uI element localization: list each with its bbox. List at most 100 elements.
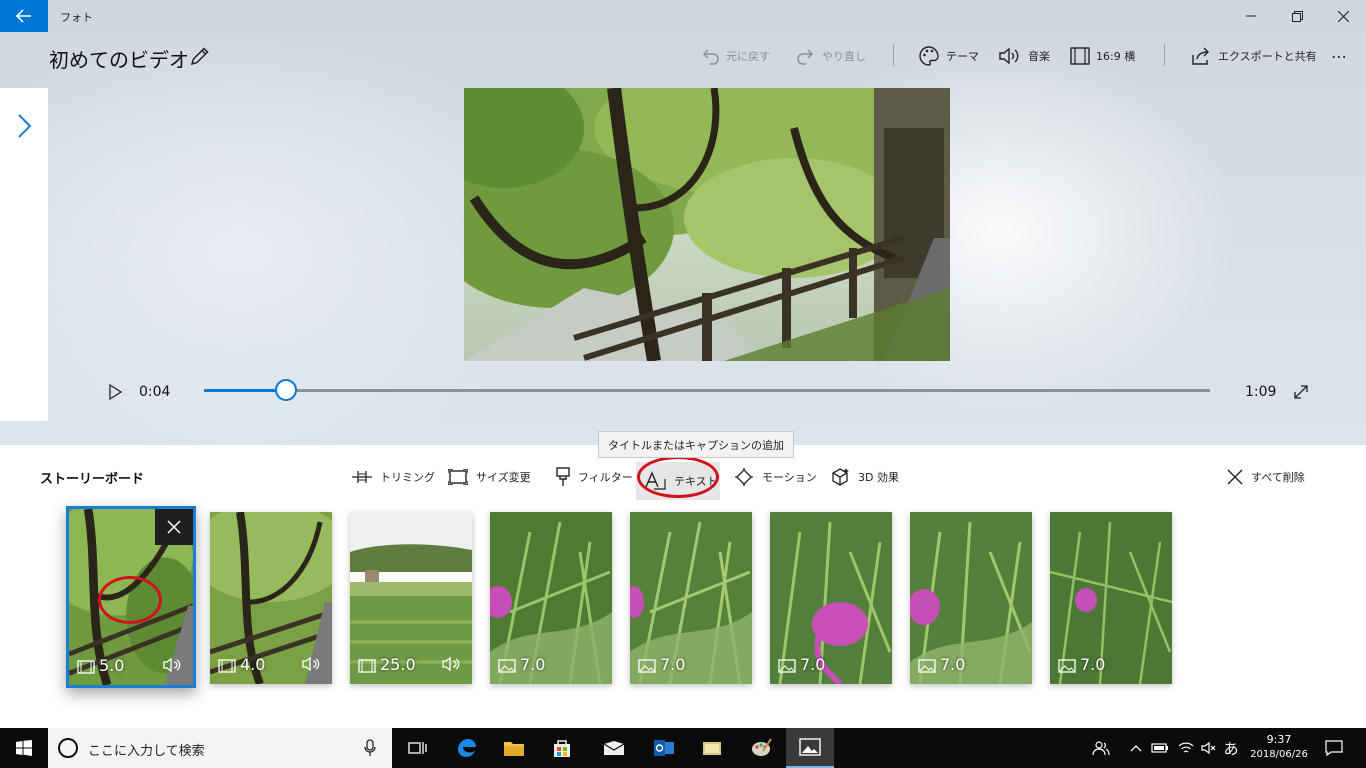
notes-app-icon [703, 742, 721, 755]
theme-button[interactable]: テーマ [918, 42, 979, 70]
video-clip-icon [358, 659, 376, 673]
storyboard-clip[interactable]: 4.0 [210, 512, 332, 684]
pencil-icon[interactable] [188, 44, 212, 68]
remove-clip-button[interactable] [155, 509, 193, 545]
trim-button[interactable]: トリミング [352, 465, 435, 489]
export-share-label: エクスポートと共有 [1218, 50, 1317, 63]
app-name: フォト [60, 11, 93, 24]
title-bar: フォト [0, 0, 1366, 32]
video-preview[interactable] [464, 88, 950, 361]
outlook-icon [654, 740, 674, 756]
search-input[interactable]: ここに入力して検索 [48, 728, 392, 768]
folder-icon [504, 742, 524, 756]
start-button[interactable] [0, 728, 48, 768]
resize-button[interactable]: サイズ変更 [448, 465, 531, 489]
show-hidden-icons-button[interactable] [1126, 728, 1146, 768]
close-window-button[interactable] [1320, 0, 1366, 32]
wifi-icon [1178, 742, 1194, 753]
speaker-icon[interactable] [302, 656, 322, 672]
storyboard-clip[interactable]: 7.0 [1050, 512, 1172, 684]
taskbar-photos[interactable] [786, 728, 834, 768]
more-options-button[interactable]: ⋯ [1331, 42, 1347, 70]
remove-all-button[interactable]: すべて削除 [1227, 465, 1305, 489]
collapsed-side-panel[interactable] [0, 88, 48, 421]
seek-bar[interactable] [204, 379, 1210, 401]
mail-icon [603, 741, 625, 755]
fullscreen-icon[interactable] [1292, 383, 1310, 401]
volume-indicator[interactable] [1199, 728, 1219, 768]
battery-indicator[interactable] [1150, 728, 1170, 768]
task-view-button[interactable] [394, 728, 442, 768]
current-time: 0:04 [139, 384, 171, 400]
red-circle-annotation [637, 456, 719, 498]
storyboard-clip[interactable]: 7.0 [910, 512, 1032, 684]
toolbar-divider [1164, 44, 1165, 66]
seek-thumb[interactable] [275, 379, 298, 401]
storyboard-clip[interactable]: 7.0 [490, 512, 612, 684]
filter-brush-icon [556, 467, 570, 486]
clip-duration: 5.0 [99, 656, 125, 675]
music-button[interactable]: 音楽 [998, 42, 1050, 70]
clip-duration: 25.0 [380, 655, 416, 674]
clip-duration: 7.0 [800, 655, 826, 674]
taskbar-edge[interactable] [442, 728, 490, 768]
undo-icon [702, 49, 719, 65]
red-circle-annotation [98, 576, 162, 624]
remove-all-label: すべて削除 [1251, 471, 1305, 484]
total-duration: 1:09 [1245, 384, 1277, 400]
play-icon[interactable] [106, 383, 124, 401]
export-share-button[interactable]: エクスポートと共有 [1190, 42, 1317, 70]
cortana-icon [58, 738, 78, 758]
photo-icon [778, 659, 796, 673]
action-center-button[interactable] [1318, 728, 1350, 768]
storyboard-clip[interactable]: 7.0 [770, 512, 892, 684]
3d-cube-icon [832, 468, 849, 486]
storyboard-clip[interactable]: 25.0 [350, 512, 472, 684]
search-placeholder: ここに入力して検索 [88, 744, 205, 759]
network-indicator[interactable] [1176, 728, 1196, 768]
storyboard-clip[interactable]: 7.0 [630, 512, 752, 684]
redo-button[interactable]: やり直し [796, 42, 866, 70]
motion-button[interactable]: モーション [734, 465, 817, 489]
people-icon [1092, 741, 1110, 756]
close-icon [167, 520, 181, 534]
photo-icon [918, 659, 936, 673]
ime-indicator[interactable]: あ [1220, 728, 1242, 768]
clip-duration: 7.0 [940, 655, 966, 674]
clip-duration: 7.0 [1080, 655, 1106, 674]
speaker-icon[interactable] [442, 656, 462, 672]
3d-effects-button[interactable]: 3D 効果 [830, 465, 899, 489]
close-icon [1227, 469, 1243, 485]
aspect-ratio-button[interactable]: 16:9 横 [1070, 42, 1135, 70]
taskbar-mail[interactable] [590, 728, 638, 768]
filter-label: フィルター [578, 471, 633, 484]
taskbar-app[interactable] [688, 728, 736, 768]
people-button[interactable] [1090, 728, 1112, 768]
palette-icon [919, 46, 939, 66]
editor-area: フォト 初めてのビデオ 元に戻す やり直し テーマ 音楽 16:9 横 エクスポ… [0, 0, 1366, 445]
photo-icon [638, 659, 656, 673]
restore-button[interactable] [1274, 0, 1320, 32]
speaker-icon [999, 47, 1019, 65]
aspect-ratio-label: 16:9 横 [1096, 50, 1136, 63]
speaker-icon[interactable] [163, 657, 183, 673]
photos-icon [799, 738, 821, 756]
volume-muted-icon [1201, 741, 1216, 755]
clip-duration: 7.0 [520, 655, 546, 674]
redo-icon [797, 49, 814, 65]
photo-icon [498, 659, 516, 673]
taskbar-store[interactable] [538, 728, 586, 768]
taskbar-paint[interactable] [738, 728, 786, 768]
taskbar-outlook[interactable] [640, 728, 688, 768]
undo-button[interactable]: 元に戻す [700, 42, 770, 70]
back-arrow-icon [16, 9, 31, 23]
project-title[interactable]: 初めてのビデオ [49, 44, 189, 73]
storyboard-title: ストーリーボード [40, 472, 145, 487]
filter-button[interactable]: フィルター [556, 465, 633, 489]
system-clock[interactable]: 9:37 2018/06/26 [1248, 732, 1310, 762]
back-button[interactable] [0, 0, 48, 32]
minimize-button[interactable] [1228, 0, 1274, 32]
microphone-icon[interactable] [364, 739, 376, 757]
clock-time: 9:37 [1266, 733, 1292, 746]
taskbar-file-explorer[interactable] [490, 728, 538, 768]
